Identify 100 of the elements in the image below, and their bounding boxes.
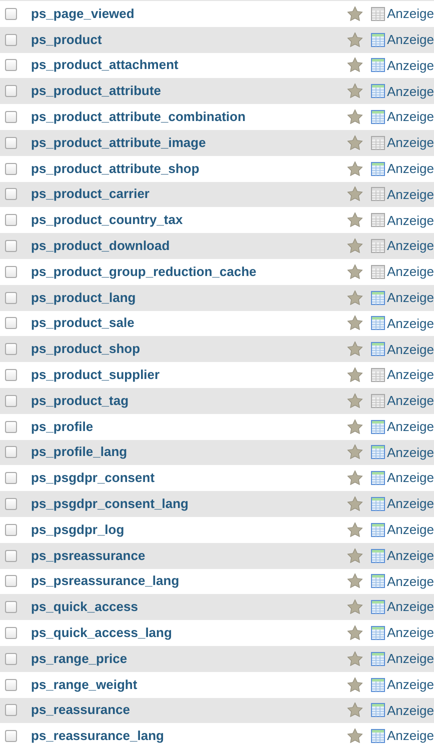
table-name-link[interactable]: ps_product_attribute_shop [31, 160, 200, 176]
row-checkbox[interactable] [5, 369, 17, 382]
row-checkbox[interactable] [5, 136, 17, 149]
browse-link[interactable]: Anzeige [387, 82, 434, 102]
row-checkbox[interactable] [5, 678, 17, 691]
table-name-link[interactable]: ps_quick_access_lang [31, 625, 172, 640]
table-name-link[interactable]: ps_psgdpr_consent_lang [31, 496, 188, 512]
browse-link[interactable]: Anzeige [387, 494, 434, 514]
table-name-link[interactable]: ps_product_attribute [31, 83, 162, 98]
star-icon[interactable] [347, 57, 364, 74]
row-checkbox[interactable] [5, 472, 17, 484]
browse-link[interactable]: Anzeige [387, 597, 434, 617]
row-checkbox[interactable] [5, 575, 17, 588]
star-icon[interactable] [347, 290, 364, 306]
star-icon[interactable] [347, 522, 364, 538]
table-name-link[interactable]: ps_psgdpr_consent [31, 470, 155, 486]
row-checkbox[interactable] [5, 627, 17, 640]
table-name-link[interactable]: ps_product_tag [31, 392, 129, 408]
browse-link[interactable]: Anzeige [387, 726, 434, 746]
row-checkbox[interactable] [5, 601, 17, 614]
row-checkbox[interactable] [5, 343, 17, 356]
star-icon[interactable] [347, 238, 364, 254]
table-name-link[interactable]: ps_product_download [31, 238, 170, 254]
browse-link[interactable]: Anzeige [387, 416, 434, 436]
table-name-link[interactable]: ps_profile [31, 418, 94, 434]
row-checkbox[interactable] [5, 188, 17, 200]
row-checkbox[interactable] [5, 59, 17, 72]
browse-link[interactable]: Anzeige [387, 262, 434, 282]
row-checkbox[interactable] [5, 8, 17, 20]
row-checkbox[interactable] [5, 704, 17, 716]
table-name-link[interactable]: ps_product [31, 32, 102, 47]
row-checkbox[interactable] [5, 394, 17, 407]
star-icon[interactable] [347, 676, 364, 693]
table-name-link[interactable]: ps_product_sale [31, 315, 134, 330]
star-icon[interactable] [347, 109, 364, 126]
browse-link[interactable]: Anzeige [387, 236, 434, 256]
browse-link[interactable]: Anzeige [387, 520, 434, 540]
table-name-link[interactable]: ps_product_attribute_combination [31, 109, 246, 124]
browse-link[interactable]: Anzeige [387, 288, 434, 308]
browse-link[interactable]: Anzeige [387, 210, 434, 230]
row-checkbox[interactable] [5, 317, 17, 330]
row-checkbox[interactable] [5, 550, 17, 562]
table-name-link[interactable]: ps_product_attribute_image [31, 134, 206, 150]
row-checkbox[interactable] [5, 162, 17, 175]
star-icon[interactable] [347, 367, 364, 384]
star-icon[interactable] [347, 134, 364, 151]
browse-link[interactable]: Anzeige [387, 107, 434, 127]
browse-link[interactable]: Anzeige [387, 674, 434, 694]
table-name-link[interactable]: ps_range_price [31, 650, 128, 666]
browse-link[interactable]: Anzeige [387, 30, 434, 50]
table-name-link[interactable]: ps_reassurance [31, 702, 130, 718]
browse-link[interactable]: Anzeige [387, 158, 434, 178]
star-icon[interactable] [347, 160, 364, 177]
row-checkbox[interactable] [5, 240, 17, 252]
browse-link[interactable]: Anzeige [387, 314, 434, 334]
browse-link[interactable]: Anzeige [387, 365, 434, 385]
browse-link[interactable]: Anzeige [387, 700, 434, 720]
row-checkbox[interactable] [5, 446, 17, 458]
browse-link[interactable]: Anzeige [387, 572, 434, 592]
star-icon[interactable] [347, 573, 364, 590]
star-icon[interactable] [347, 83, 364, 100]
star-icon[interactable] [347, 444, 364, 460]
table-name-link[interactable]: ps_psreassurance_lang [31, 573, 180, 588]
table-name-link[interactable]: ps_product_lang [31, 290, 136, 305]
browse-link[interactable]: Anzeige [387, 184, 434, 204]
star-icon[interactable] [347, 32, 364, 48]
browse-link[interactable]: Anzeige [387, 133, 434, 153]
star-icon[interactable] [347, 702, 364, 718]
row-checkbox[interactable] [5, 85, 17, 98]
row-checkbox[interactable] [5, 524, 17, 536]
table-name-link[interactable]: ps_product_carrier [31, 186, 150, 202]
row-checkbox[interactable] [5, 292, 17, 304]
browse-link[interactable]: Anzeige [387, 391, 434, 411]
browse-link[interactable]: Anzeige [387, 623, 434, 643]
table-name-link[interactable]: ps_product_attachment [31, 57, 178, 72]
table-name-link[interactable]: ps_product_supplier [31, 367, 160, 382]
row-checkbox[interactable] [5, 111, 17, 124]
table-name-link[interactable]: ps_psgdpr_log [31, 522, 124, 537]
row-checkbox[interactable] [5, 266, 17, 278]
row-checkbox[interactable] [5, 498, 17, 510]
star-icon[interactable] [347, 212, 364, 228]
table-name-link[interactable]: ps_psreassurance [31, 548, 146, 563]
star-icon[interactable] [347, 6, 364, 22]
table-name-link[interactable]: ps_profile_lang [31, 444, 128, 460]
table-name-link[interactable]: ps_product_group_reduction_cache [31, 264, 256, 279]
browse-link[interactable]: Anzeige [387, 340, 434, 359]
star-icon[interactable] [347, 315, 364, 332]
row-checkbox[interactable] [5, 420, 17, 433]
table-name-link[interactable]: ps_quick_access [31, 599, 138, 614]
star-icon[interactable] [347, 264, 364, 280]
row-checkbox[interactable] [5, 730, 17, 742]
star-icon[interactable] [347, 392, 364, 409]
table-name-link[interactable]: ps_reassurance_lang [31, 728, 164, 744]
star-icon[interactable] [347, 341, 364, 358]
star-icon[interactable] [347, 599, 364, 616]
browse-link[interactable]: Anzeige [387, 468, 434, 488]
browse-link[interactable]: Anzeige [387, 442, 434, 462]
browse-link[interactable]: Anzeige [387, 546, 434, 566]
row-checkbox[interactable] [5, 214, 17, 226]
table-name-link[interactable]: ps_product_country_tax [31, 212, 183, 228]
